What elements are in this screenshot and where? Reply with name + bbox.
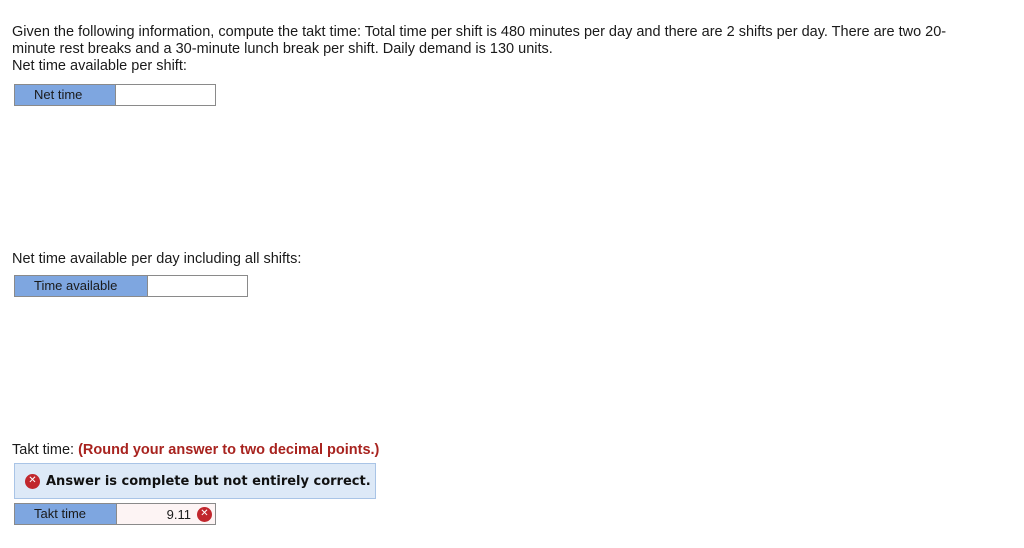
feedback-text: Answer is complete but not entirely corr… bbox=[46, 473, 371, 489]
incorrect-x-icon: ✕ bbox=[197, 506, 212, 522]
net-time-label: Net time bbox=[15, 85, 116, 105]
net-time-input[interactable] bbox=[116, 85, 215, 105]
question-text-block: Given the following information, compute… bbox=[12, 24, 972, 75]
incorrect-x-icon: ✕ bbox=[25, 473, 40, 489]
answer-feedback-banner: ✕ Answer is complete but not entirely co… bbox=[14, 463, 376, 499]
time-available-label: Time available bbox=[15, 276, 148, 296]
takt-time-prompt: Takt time: (Round your answer to two dec… bbox=[12, 442, 379, 459]
takt-time-answer[interactable]: 9.11 ✕ bbox=[117, 504, 215, 524]
time-available-input[interactable] bbox=[148, 276, 247, 296]
takt-time-prompt-label: Takt time: bbox=[12, 442, 75, 458]
rounding-hint: (Round your answer to two decimal points… bbox=[78, 442, 380, 458]
net-time-row: Net time bbox=[14, 84, 216, 106]
takt-time-row: Takt time 9.11 ✕ bbox=[14, 503, 216, 525]
question-page: Given the following information, compute… bbox=[0, 0, 1024, 548]
time-available-row: Time available bbox=[14, 275, 248, 297]
time-available-prompt: Net time available per day including all… bbox=[12, 251, 302, 267]
net-time-prompt: Net time available per shift: bbox=[12, 58, 187, 74]
question-text: Given the following information, compute… bbox=[12, 24, 947, 57]
takt-time-value: 9.11 bbox=[166, 506, 191, 522]
takt-time-label: Takt time bbox=[15, 504, 117, 524]
